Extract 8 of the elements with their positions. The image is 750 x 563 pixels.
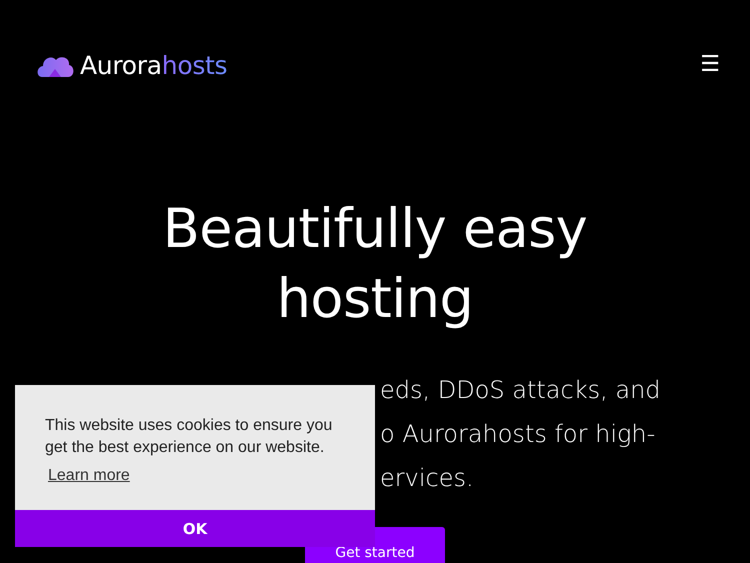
learn-more-link[interactable]: Learn more (48, 467, 130, 485)
hero-description-line: ervices. (380, 463, 474, 494)
logo-text[interactable]: Aurorahosts (80, 50, 228, 80)
hero-description-line: eds, DDoS attacks, and (380, 375, 661, 406)
ok-button[interactable]: OK (15, 510, 375, 547)
hero-description-line: o Aurorahosts for high- (380, 419, 656, 450)
hero-heading: Beautifully easy hosting (162, 196, 588, 332)
cookie-message: This website uses cookies to ensure you get the best experience on our website. (45, 416, 334, 458)
